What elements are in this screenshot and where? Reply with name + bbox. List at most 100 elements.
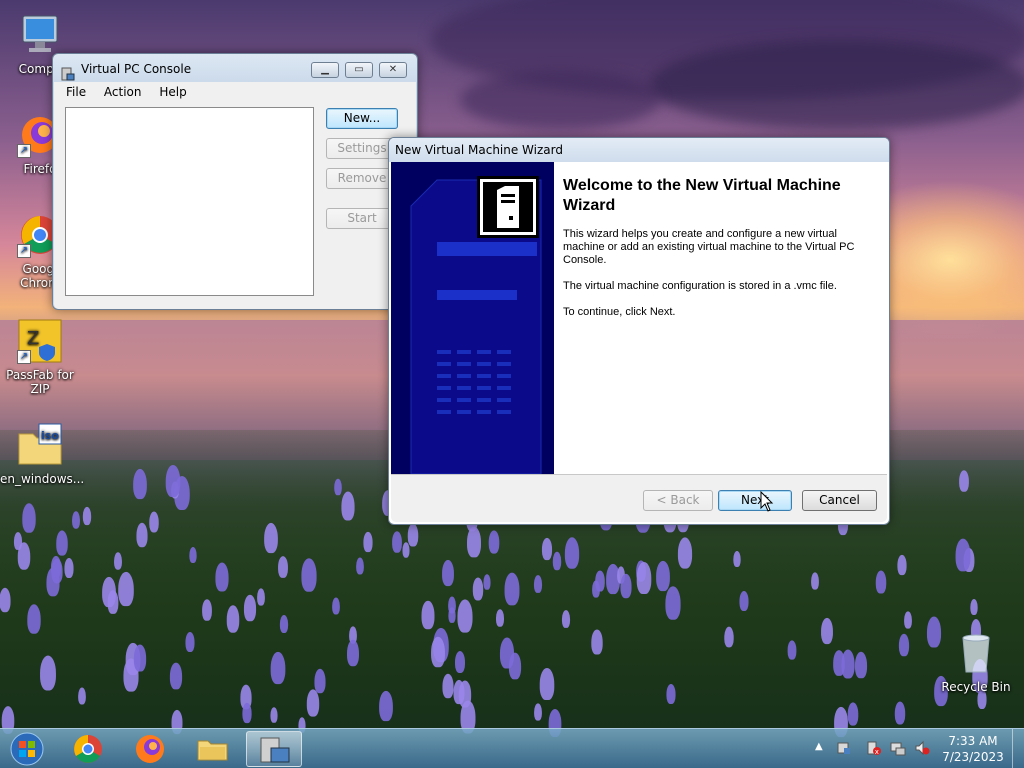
wallpaper-flower	[243, 594, 257, 622]
new-button[interactable]: New...	[326, 108, 398, 129]
wallpaper-flower	[467, 526, 481, 558]
wallpaper-flower	[488, 530, 500, 554]
taskbar-file-explorer[interactable]	[184, 731, 240, 767]
wizard-vmc-text: The virtual machine configuration is sto…	[563, 280, 837, 292]
wallpaper-flower	[133, 644, 147, 672]
wallpaper-flower	[811, 572, 819, 590]
wallpaper-flower	[665, 586, 681, 620]
wallpaper-flower	[64, 557, 74, 579]
wallpaper-flower	[314, 668, 326, 694]
wallpaper-flower	[854, 651, 868, 679]
wallpaper-flower	[332, 597, 340, 615]
wallpaper-flower	[592, 580, 600, 598]
wallpaper-flower	[508, 652, 522, 680]
next-button[interactable]: Next	[718, 490, 792, 511]
desktop-icon-label: en_windows...	[0, 472, 85, 486]
wallpaper-flower	[841, 649, 855, 679]
wallpaper-flower	[169, 662, 183, 690]
wallpaper-flower	[242, 702, 252, 724]
wallpaper-flower	[656, 560, 670, 592]
cancel-button[interactable]: Cancel	[802, 490, 877, 511]
wallpaper-flower	[215, 562, 229, 592]
desktop-icon-label: PassFab for ZIP	[6, 368, 74, 396]
menu-file[interactable]: File	[66, 85, 86, 99]
wallpaper-flower	[379, 690, 393, 722]
show-desktop-button[interactable]	[1012, 729, 1024, 768]
wallpaper-flower	[904, 611, 912, 629]
wallpaper-flower	[591, 629, 603, 655]
wallpaper-flower	[472, 577, 484, 601]
wallpaper-flower	[407, 523, 419, 547]
desktop-icon-recycle-bin[interactable]: Recycle Bin	[936, 630, 1016, 694]
wallpaper-flower	[970, 598, 978, 616]
shortcut-arrow-icon: ↗	[17, 244, 31, 258]
wallpaper-flower	[278, 556, 288, 578]
wallpaper-flower	[149, 511, 159, 533]
network-icon[interactable]	[890, 740, 906, 756]
virtual-pc-console-window[interactable]: Virtual PC Console ▁ ▭ ✕ File Action Hel…	[52, 53, 418, 310]
wallpaper-flower	[533, 575, 543, 593]
wizard-intro-text: This wizard helps you create and configu…	[563, 228, 855, 266]
clock-date: 7/23/2023	[942, 750, 1004, 764]
wallpaper-flower	[959, 470, 969, 492]
taskbar-firefox[interactable]	[122, 731, 178, 767]
wizard-content: Welcome to the New Virtual Machine Wizar…	[563, 176, 873, 319]
wallpaper-flower	[541, 537, 553, 561]
virtual-machine-list[interactable]	[65, 107, 314, 296]
wallpaper-flower	[50, 555, 62, 579]
taskbar-chrome[interactable]	[60, 731, 116, 767]
menu-action[interactable]: Action	[104, 85, 142, 99]
wallpaper-flower	[620, 573, 632, 599]
menu-help[interactable]: Help	[159, 85, 186, 99]
wallpaper-flower	[363, 531, 373, 553]
back-button[interactable]: < Back	[643, 490, 713, 511]
wallpaper-flower	[56, 530, 68, 556]
wallpaper-flower	[270, 651, 286, 685]
new-virtual-machine-wizard[interactable]: New Virtual Machine Wizard Welcome to th…	[388, 137, 890, 525]
recycle-bin-icon	[953, 630, 999, 676]
maximize-button[interactable]: ▭	[345, 62, 373, 78]
wallpaper-flower	[724, 626, 734, 648]
firefox-icon	[136, 735, 164, 763]
wallpaper-flower	[13, 532, 23, 550]
wallpaper-flower	[504, 572, 520, 606]
shortcut-arrow-icon: ↗	[17, 350, 31, 364]
title-bar[interactable]: Virtual PC Console ▁ ▭ ✕	[53, 54, 417, 84]
wallpaper-flower	[448, 607, 456, 623]
wallpaper-flower	[457, 599, 473, 633]
wallpaper-flower	[202, 599, 212, 621]
wallpaper-flower	[306, 689, 320, 717]
console-body: New... Settings Remove Start	[54, 102, 416, 309]
volume-muted-icon[interactable]	[914, 740, 930, 756]
menu-bar: File Action Help	[54, 82, 416, 102]
wizard-continue-text: To continue, click Next.	[563, 306, 676, 318]
wallpaper-flower	[677, 537, 693, 569]
wallpaper-flower	[102, 576, 116, 608]
clock[interactable]: 7:33 AM 7/23/2023	[940, 733, 1006, 765]
wallpaper-flower	[279, 614, 289, 634]
wallpaper-flower	[136, 522, 148, 548]
wallpaper-flower	[552, 551, 562, 571]
desktop-icon-passfab[interactable]: Z ↗ PassFab for ZIP	[0, 318, 80, 396]
wallpaper-flower	[226, 605, 240, 633]
wallpaper-flower	[27, 604, 41, 634]
virtual-pc-icon	[260, 737, 290, 763]
window-title: Virtual PC Console	[81, 62, 192, 76]
wallpaper-flower	[894, 701, 906, 725]
minimize-button[interactable]: ▁	[311, 62, 339, 78]
svg-text:x: x	[875, 748, 879, 756]
action-center-icon[interactable]	[836, 740, 852, 756]
network-disconnected-icon[interactable]: x	[866, 740, 882, 756]
desktop-icon-iso[interactable]: iso en_windows...	[0, 422, 84, 486]
taskbar-virtual-pc[interactable]	[246, 731, 302, 767]
wallpaper-flower	[133, 468, 147, 500]
wallpaper-flower	[666, 683, 676, 705]
wizard-title-bar[interactable]: New Virtual Machine Wizard	[389, 138, 889, 162]
start-button[interactable]	[2, 731, 52, 767]
wallpaper-flower	[955, 538, 971, 572]
wallpaper-flower	[356, 557, 364, 575]
wizard-heading: Welcome to the New Virtual Machine Wizar…	[563, 177, 841, 214]
close-button[interactable]: ✕	[379, 62, 407, 78]
wallpaper-flower	[270, 707, 278, 723]
show-hidden-icons-button[interactable]: ▲	[815, 741, 823, 752]
